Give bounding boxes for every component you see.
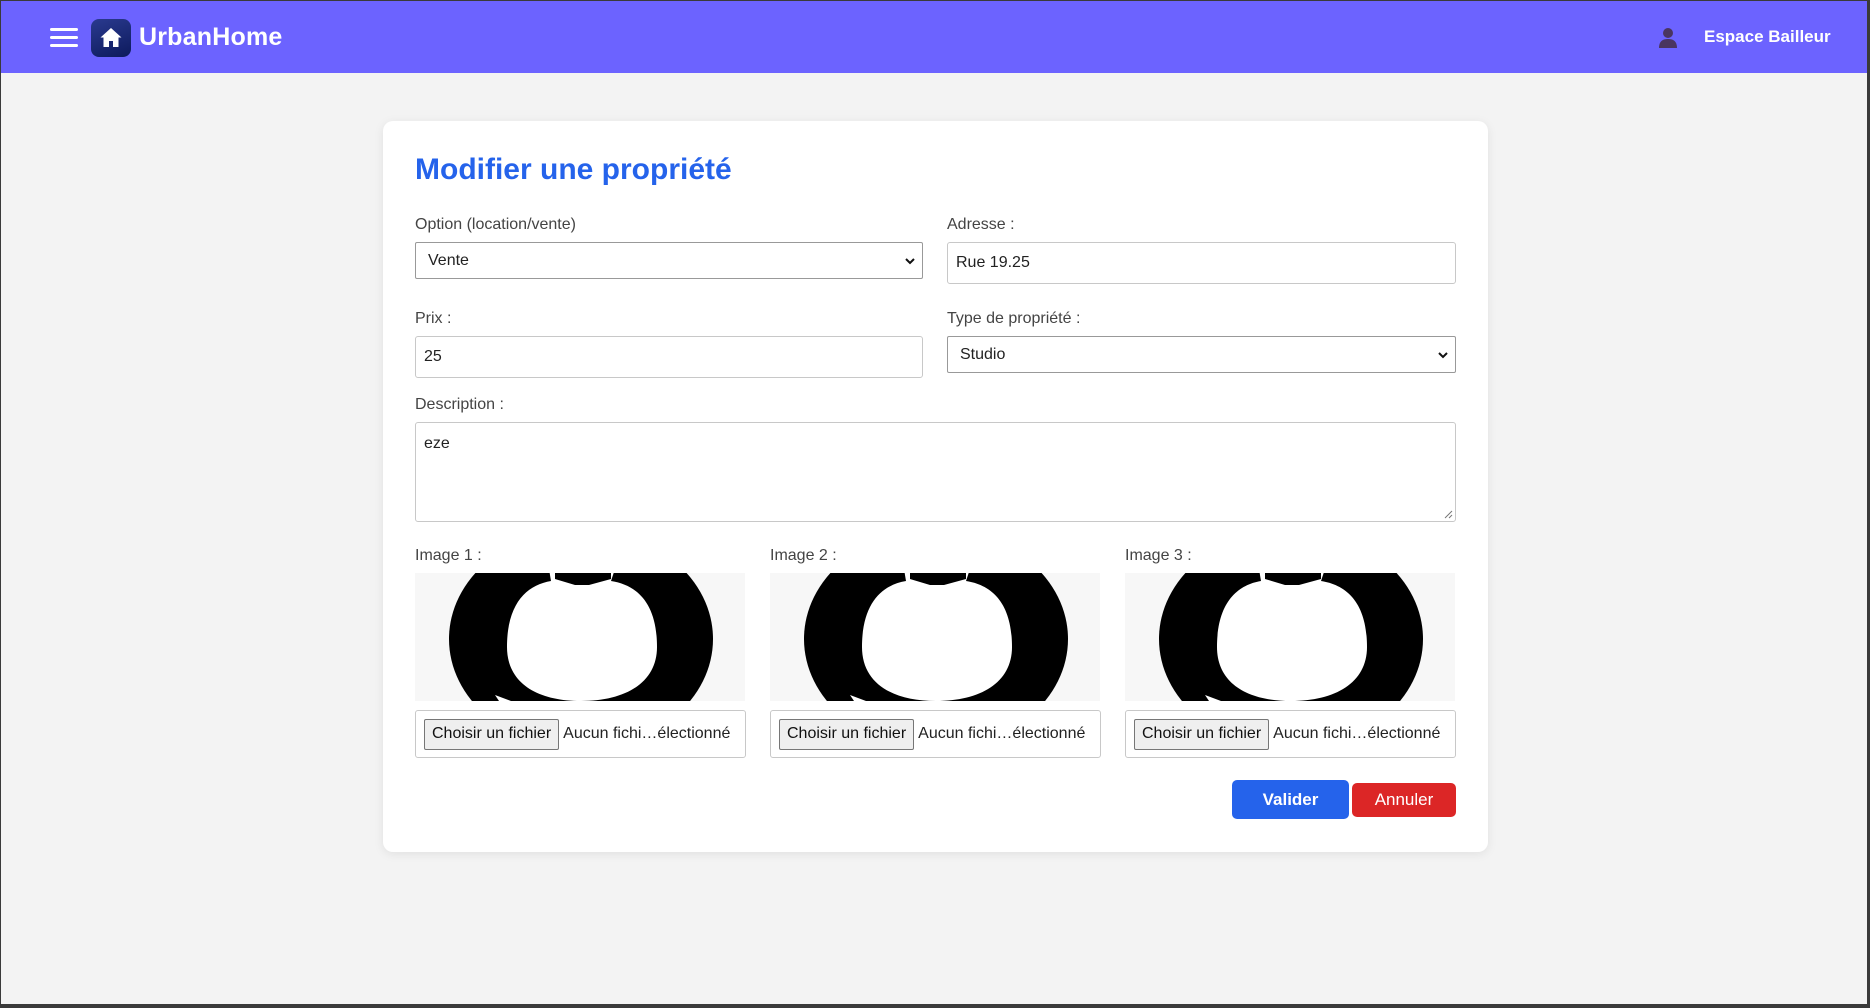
- espace-bailleur-link[interactable]: Espace Bailleur: [1704, 27, 1831, 47]
- description-textarea[interactable]: eze: [415, 422, 1456, 522]
- image-1-choose-file-button[interactable]: Choisir un fichier: [424, 718, 560, 750]
- image-3-choose-file-button[interactable]: Choisir un fichier: [1134, 718, 1270, 750]
- image-1-preview: [415, 573, 745, 701]
- prix-label: Prix :: [415, 310, 452, 327]
- prix-input-value: 25: [424, 348, 442, 365]
- image-1-file-status: Aucun fichi…électionné: [563, 725, 731, 742]
- image-3-file-input[interactable]: Choisir un fichier Aucun fichi…électionn…: [1125, 710, 1456, 758]
- chevron-down-icon: [905, 257, 915, 264]
- brand-name[interactable]: UrbanHome: [139, 23, 283, 52]
- hamburger-menu-icon[interactable]: [50, 28, 78, 48]
- type-label: Type de propriété :: [947, 310, 1081, 327]
- image-2-choose-file-button[interactable]: Choisir un fichier: [779, 718, 915, 750]
- option-select-value: Vente: [428, 251, 469, 269]
- type-select[interactable]: Studio: [947, 336, 1456, 373]
- adresse-input[interactable]: Rue 19.25: [947, 242, 1456, 284]
- image-2-file-status: Aucun fichi…électionné: [918, 725, 1086, 742]
- user-icon: [1658, 27, 1678, 49]
- home-logo-icon[interactable]: [91, 19, 131, 57]
- chevron-down-icon: [1438, 351, 1448, 358]
- image-3-file-status: Aucun fichi…électionné: [1273, 725, 1441, 742]
- option-select[interactable]: Vente: [415, 242, 923, 279]
- valider-button[interactable]: Valider: [1232, 780, 1349, 819]
- image-2-preview: [770, 573, 1100, 701]
- image-1-label: Image 1 :: [415, 547, 482, 564]
- image-3-label: Image 3 :: [1125, 547, 1192, 564]
- adresse-input-value: Rue 19.25: [956, 254, 1030, 271]
- annuler-button[interactable]: Annuler: [1352, 783, 1456, 817]
- prix-input[interactable]: 25: [415, 336, 923, 378]
- description-value: eze: [424, 435, 450, 452]
- resize-grip-icon[interactable]: [1443, 509, 1453, 519]
- image-1-file-input[interactable]: Choisir un fichier Aucun fichi…électionn…: [415, 710, 746, 758]
- image-3-preview: [1125, 573, 1455, 701]
- top-navbar: UrbanHome Espace Bailleur: [1, 1, 1867, 73]
- description-label: Description :: [415, 396, 504, 413]
- option-label: Option (location/vente): [415, 216, 576, 233]
- page-title: Modifier une propriété: [415, 153, 732, 186]
- adresse-label: Adresse :: [947, 216, 1015, 233]
- image-2-label: Image 2 :: [770, 547, 837, 564]
- app-window: UrbanHome Espace Bailleur Modifier une p…: [1, 1, 1867, 1004]
- image-2-file-input[interactable]: Choisir un fichier Aucun fichi…électionn…: [770, 710, 1101, 758]
- type-select-value: Studio: [960, 345, 1006, 363]
- edit-property-card: Modifier une propriété Option (location/…: [383, 121, 1488, 852]
